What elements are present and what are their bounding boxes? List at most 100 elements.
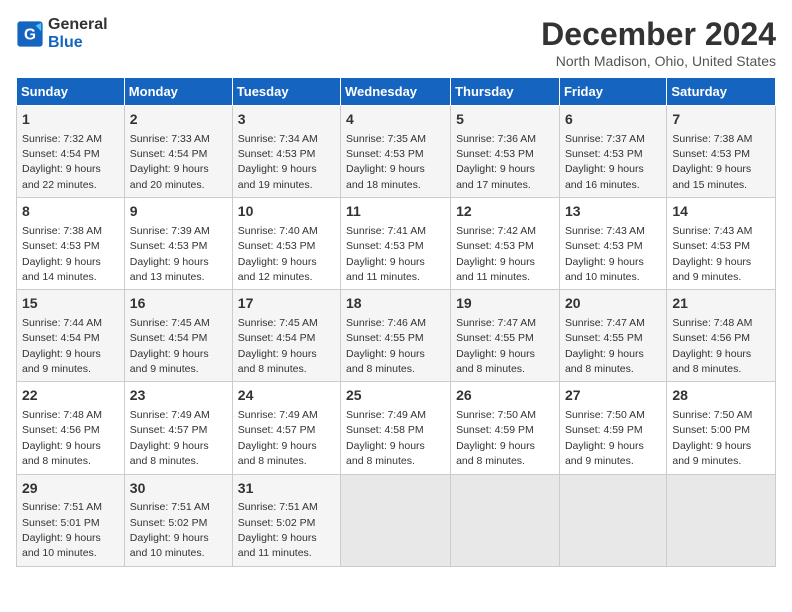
day-detail: Sunrise: 7:51 AMSunset: 5:02 PMDaylight:… [130,501,210,559]
day-detail: Sunrise: 7:49 AMSunset: 4:57 PMDaylight:… [130,409,210,467]
day-number: 18 [346,294,445,314]
day-number: 7 [672,110,770,130]
calendar-cell: 21 Sunrise: 7:48 AMSunset: 4:56 PMDayligh… [667,290,776,382]
day-number: 9 [130,202,227,222]
day-detail: Sunrise: 7:43 AMSunset: 4:53 PMDaylight:… [672,225,752,283]
day-detail: Sunrise: 7:45 AMSunset: 4:54 PMDaylight:… [130,317,210,375]
calendar-cell: 6Sunrise: 7:37 AMSunset: 4:53 PMDaylight… [559,106,666,198]
calendar-cell: 10 Sunrise: 7:40 AMSunset: 4:53 PMDayligh… [232,198,340,290]
calendar-week-2: 8Sunrise: 7:38 AMSunset: 4:53 PMDaylight… [17,198,776,290]
day-number: 12 [456,202,554,222]
col-tuesday: Tuesday [232,78,340,106]
day-detail: Sunrise: 7:36 AMSunset: 4:53 PMDaylight:… [456,133,536,191]
day-number: 13 [565,202,661,222]
svg-text:G: G [24,27,36,44]
col-saturday: Saturday [667,78,776,106]
calendar-cell [667,474,776,566]
day-detail: Sunrise: 7:48 AMSunset: 4:56 PMDaylight:… [672,317,752,375]
calendar-cell: 8Sunrise: 7:38 AMSunset: 4:53 PMDaylight… [17,198,125,290]
day-number: 3 [238,110,335,130]
calendar-cell: 29Sunrise: 7:51 AMSunset: 5:01 PMDayligh… [17,474,125,566]
calendar-cell: 16Sunrise: 7:45 AMSunset: 4:54 PMDayligh… [124,290,232,382]
day-detail: Sunrise: 7:47 AMSunset: 4:55 PMDaylight:… [456,317,536,375]
calendar-cell: 23 Sunrise: 7:49 AMSunset: 4:57 PMDayligh… [124,382,232,474]
logo-text: General Blue [48,16,108,52]
calendar-cell: 14 Sunrise: 7:43 AMSunset: 4:53 PMDayligh… [667,198,776,290]
day-detail: Sunrise: 7:42 AMSunset: 4:53 PMDaylight:… [456,225,536,283]
calendar-cell [341,474,451,566]
day-detail: Sunrise: 7:32 AMSunset: 4:54 PMDaylight:… [22,133,102,191]
calendar-cell: 20 Sunrise: 7:47 AMSunset: 4:55 PMDayligh… [559,290,666,382]
calendar-cell [559,474,666,566]
calendar-title: December 2024 [541,16,776,53]
calendar-cell: 17Sunrise: 7:45 AMSunset: 4:54 PMDayligh… [232,290,340,382]
calendar-cell: 5 Sunrise: 7:36 AMSunset: 4:53 PMDaylight… [451,106,560,198]
calendar-cell: 1 Sunrise: 7:32 AMSunset: 4:54 PMDaylight… [17,106,125,198]
calendar-cell [451,474,560,566]
day-detail: Sunrise: 7:51 AMSunset: 5:02 PMDaylight:… [238,501,318,559]
day-number: 2 [130,110,227,130]
day-number: 6 [565,110,661,130]
day-number: 21 [672,294,770,314]
header: G General Blue December 2024 North Madis… [16,16,776,69]
day-number: 14 [672,202,770,222]
day-number: 26 [456,386,554,406]
day-detail: Sunrise: 7:47 AMSunset: 4:55 PMDaylight:… [565,317,645,375]
calendar-table: Sunday Monday Tuesday Wednesday Thursday… [16,77,776,567]
col-wednesday: Wednesday [341,78,451,106]
calendar-cell: 26 Sunrise: 7:50 AMSunset: 4:59 PMDayligh… [451,382,560,474]
day-detail: Sunrise: 7:40 AMSunset: 4:53 PMDaylight:… [238,225,318,283]
calendar-week-3: 15 Sunrise: 7:44 AMSunset: 4:54 PMDayligh… [17,290,776,382]
day-detail: Sunrise: 7:50 AMSunset: 4:59 PMDaylight:… [456,409,536,467]
day-detail: Sunrise: 7:46 AMSunset: 4:55 PMDaylight:… [346,317,426,375]
day-number: 17 [238,294,335,314]
day-detail: Sunrise: 7:49 AMSunset: 4:58 PMDaylight:… [346,409,426,467]
day-number: 30 [130,479,227,499]
calendar-week-4: 22 Sunrise: 7:48 AMSunset: 4:56 PMDayligh… [17,382,776,474]
calendar-cell: 18 Sunrise: 7:46 AMSunset: 4:55 PMDayligh… [341,290,451,382]
day-detail: Sunrise: 7:39 AMSunset: 4:53 PMDaylight:… [130,225,210,283]
calendar-cell: 9 Sunrise: 7:39 AMSunset: 4:53 PMDaylight… [124,198,232,290]
day-detail: Sunrise: 7:48 AMSunset: 4:56 PMDaylight:… [22,409,102,467]
calendar-week-1: 1 Sunrise: 7:32 AMSunset: 4:54 PMDaylight… [17,106,776,198]
day-detail: Sunrise: 7:51 AMSunset: 5:01 PMDaylight:… [22,501,102,559]
calendar-cell: 3 Sunrise: 7:34 AMSunset: 4:53 PMDaylight… [232,106,340,198]
logo-icon: G [16,20,44,48]
day-detail: Sunrise: 7:50 AMSunset: 5:00 PMDaylight:… [672,409,752,467]
calendar-cell: 31Sunrise: 7:51 AMSunset: 5:02 PMDayligh… [232,474,340,566]
calendar-cell: 19 Sunrise: 7:47 AMSunset: 4:55 PMDayligh… [451,290,560,382]
calendar-cell: 25 Sunrise: 7:49 AMSunset: 4:58 PMDayligh… [341,382,451,474]
day-number: 5 [456,110,554,130]
day-number: 15 [22,294,119,314]
day-number: 19 [456,294,554,314]
calendar-cell: 15 Sunrise: 7:44 AMSunset: 4:54 PMDayligh… [17,290,125,382]
day-number: 29 [22,479,119,499]
calendar-cell: 12 Sunrise: 7:42 AMSunset: 4:53 PMDayligh… [451,198,560,290]
calendar-cell: 30Sunrise: 7:51 AMSunset: 5:02 PMDayligh… [124,474,232,566]
day-number: 4 [346,110,445,130]
day-number: 11 [346,202,445,222]
col-thursday: Thursday [451,78,560,106]
calendar-cell: 22 Sunrise: 7:48 AMSunset: 4:56 PMDayligh… [17,382,125,474]
day-detail: Sunrise: 7:50 AMSunset: 4:59 PMDaylight:… [565,409,645,467]
day-number: 1 [22,110,119,130]
day-detail: Sunrise: 7:38 AMSunset: 4:53 PMDaylight:… [22,225,102,283]
calendar-cell: 27Sunrise: 7:50 AMSunset: 4:59 PMDayligh… [559,382,666,474]
calendar-cell: 13Sunrise: 7:43 AMSunset: 4:53 PMDayligh… [559,198,666,290]
day-number: 10 [238,202,335,222]
calendar-cell: 24Sunrise: 7:49 AMSunset: 4:57 PMDayligh… [232,382,340,474]
calendar-subtitle: North Madison, Ohio, United States [541,53,776,69]
col-sunday: Sunday [17,78,125,106]
day-detail: Sunrise: 7:49 AMSunset: 4:57 PMDaylight:… [238,409,318,467]
title-area: December 2024 North Madison, Ohio, Unite… [541,16,776,69]
day-number: 20 [565,294,661,314]
day-number: 25 [346,386,445,406]
day-number: 22 [22,386,119,406]
calendar-cell: 2Sunrise: 7:33 AMSunset: 4:54 PMDaylight… [124,106,232,198]
day-detail: Sunrise: 7:35 AMSunset: 4:53 PMDaylight:… [346,133,426,191]
day-detail: Sunrise: 7:38 AMSunset: 4:53 PMDaylight:… [672,133,752,191]
day-detail: Sunrise: 7:34 AMSunset: 4:53 PMDaylight:… [238,133,318,191]
day-number: 23 [130,386,227,406]
logo: G General Blue [16,16,108,52]
day-detail: Sunrise: 7:44 AMSunset: 4:54 PMDaylight:… [22,317,102,375]
